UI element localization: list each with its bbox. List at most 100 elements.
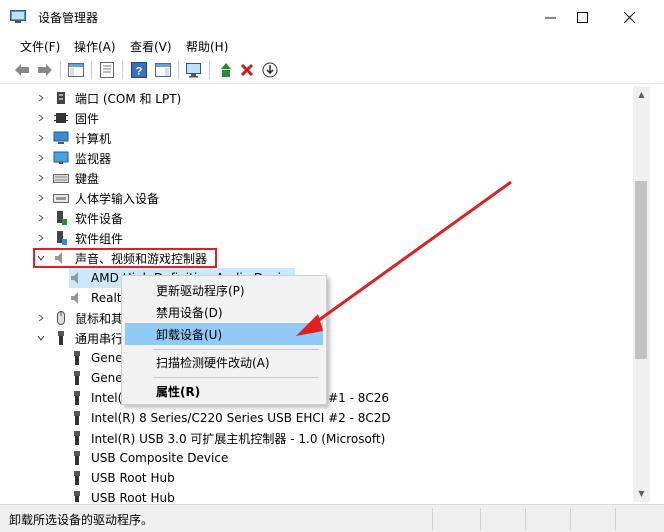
tree-item-root-hub-1[interactable]: USB Root Hub — [69, 468, 175, 488]
chevron-right-icon[interactable] — [35, 212, 47, 224]
tree-item-computer[interactable]: 计算机 — [35, 128, 111, 148]
menu-item-disable-device[interactable]: 禁用设备(D) — [125, 301, 323, 323]
menu-item-properties[interactable]: 属性(R) — [125, 380, 323, 402]
chevron-right-icon[interactable] — [35, 132, 47, 144]
vertical-scrollbar[interactable]: ▲ ▼ — [633, 86, 650, 502]
menu-item-uninstall-device[interactable]: 卸载设备(U) — [125, 323, 323, 345]
tree-item-label: USB Root Hub — [91, 471, 175, 485]
tree-item-label: 计算机 — [75, 131, 112, 146]
usb-plug-icon — [69, 350, 85, 366]
mouse-icon — [53, 310, 69, 326]
tree-item-software-components[interactable]: 软件组件 — [35, 228, 123, 248]
monitor-scan-icon — [186, 63, 201, 78]
tree-item-label: 软件组件 — [75, 231, 124, 246]
close-button[interactable] — [606, 0, 652, 34]
chevron-right-icon[interactable] — [35, 112, 47, 124]
close-icon — [623, 11, 635, 23]
tree-item-ports[interactable]: 端口 (COM 和 LPT) — [35, 88, 181, 108]
tree-item-root-hub-2[interactable]: USB Root Hub — [69, 488, 175, 502]
maximize-icon — [576, 11, 588, 23]
menu-file[interactable]: 文件(F) — [20, 38, 60, 55]
tree-item-firmware[interactable]: 固件 — [35, 108, 99, 128]
tree-item-usb3[interactable]: Intel(R) USB 3.0 可扩展主机控制器 - 1.0 (Microso… — [69, 428, 385, 448]
tree-item-label: 固件 — [75, 111, 100, 126]
chevron-down-icon[interactable] — [35, 332, 47, 344]
menu-view[interactable]: 查看(V) — [130, 38, 172, 55]
monitor-icon — [53, 150, 69, 166]
usb-plug-icon — [69, 370, 85, 386]
menu-separator — [153, 349, 319, 350]
action-pane-icon — [155, 63, 171, 77]
menu-separator — [153, 377, 319, 378]
action-pane-button[interactable] — [153, 61, 173, 79]
usb-plug-icon — [69, 490, 85, 502]
tree-item-software-devices[interactable]: 软件设备 — [35, 208, 123, 228]
tree-item-label: 端口 (COM 和 LPT) — [75, 91, 182, 106]
annotation-highlight-box — [33, 248, 217, 268]
forward-button[interactable] — [35, 61, 55, 79]
menu-action[interactable]: 操作(A) — [74, 38, 116, 55]
menu-help[interactable]: 帮助(H) — [186, 38, 228, 55]
download-toolbar-button[interactable] — [260, 61, 280, 79]
usb-plug-icon — [53, 330, 69, 346]
toolbar: ? — [0, 57, 664, 84]
uninstall-toolbar-button[interactable] — [237, 61, 257, 79]
chip-icon — [53, 110, 69, 126]
back-button[interactable] — [12, 61, 32, 79]
speaker-icon — [69, 290, 85, 306]
tree-item-label: 软件设备 — [75, 211, 124, 226]
tree-item-ehci-2[interactable]: Intel(R) 8 Series/C220 Series USB EHCI #… — [69, 408, 391, 428]
window-title: 设备管理器 — [38, 11, 99, 25]
chevron-right-icon[interactable] — [35, 92, 47, 104]
download-circle-icon — [262, 62, 278, 78]
maximize-button[interactable] — [559, 0, 605, 34]
chevron-right-icon[interactable] — [35, 312, 47, 324]
scrollbar-thumb[interactable] — [635, 181, 647, 359]
menu-item-update-driver[interactable]: 更新驱动程序(P) — [125, 279, 323, 301]
computer-icon — [53, 130, 69, 146]
console-tree-icon — [68, 63, 84, 77]
menu-bar: 文件(F) 操作(A) 查看(V) 帮助(H) — [0, 35, 664, 57]
properties-toolbar-button[interactable] — [97, 61, 117, 79]
show-hide-console-button[interactable] — [66, 61, 86, 79]
update-driver-button[interactable] — [216, 61, 236, 79]
status-bar: 卸载所选设备的驱动程序。 — [0, 504, 664, 532]
tree-item-composite[interactable]: USB Composite Device — [69, 448, 228, 468]
speaker-icon — [69, 270, 85, 286]
chevron-right-icon[interactable] — [35, 232, 47, 244]
tree-item-label: USB Composite Device — [91, 451, 229, 465]
context-menu: 更新驱动程序(P) 禁用设备(D) 卸载设备(U) 扫描检测硬件改动(A) 属性… — [121, 275, 327, 405]
tree-item-label: 人体学输入设备 — [75, 191, 160, 206]
chevron-right-icon[interactable] — [35, 152, 47, 164]
update-driver-icon — [221, 63, 231, 77]
properties-sheet-icon — [100, 62, 114, 78]
software-component-icon — [53, 230, 69, 246]
menu-item-scan-hardware[interactable]: 扫描检测硬件改动(A) — [125, 351, 323, 373]
back-arrow-icon — [15, 64, 29, 76]
scroll-up-arrow-icon[interactable]: ▲ — [633, 86, 650, 103]
help-toolbar-button[interactable]: ? — [129, 61, 149, 79]
port-connector-icon — [53, 90, 69, 106]
usb-plug-icon — [69, 410, 85, 426]
scroll-down-arrow-icon[interactable]: ▼ — [633, 485, 650, 502]
scan-hardware-button[interactable] — [184, 61, 204, 79]
forward-arrow-icon — [38, 64, 52, 76]
hid-keyboard-icon — [53, 190, 69, 206]
tree-item-label: USB Root Hub — [91, 491, 175, 502]
minimize-icon — [544, 17, 556, 18]
chevron-right-icon[interactable] — [35, 172, 47, 184]
usb-plug-icon — [69, 430, 85, 446]
chevron-right-icon[interactable] — [35, 192, 47, 204]
tree-item-keyboards[interactable]: 键盘 — [35, 168, 99, 188]
tree-item-hid[interactable]: 人体学输入设备 — [35, 188, 159, 208]
help-question-icon: ? — [131, 62, 147, 78]
tree-item-label: 监视器 — [75, 151, 112, 166]
title-bar: 设备管理器 — [0, 0, 664, 34]
svg-text:?: ? — [136, 66, 143, 78]
usb-plug-icon — [69, 470, 85, 486]
software-device-icon — [53, 210, 69, 226]
tree-item-monitors[interactable]: 监视器 — [35, 148, 111, 168]
usb-plug-icon — [69, 390, 85, 406]
tree-item-label: Intel(R) USB 3.0 可扩展主机控制器 - 1.0 (Microso… — [91, 431, 386, 446]
keyboard-icon — [53, 170, 69, 186]
